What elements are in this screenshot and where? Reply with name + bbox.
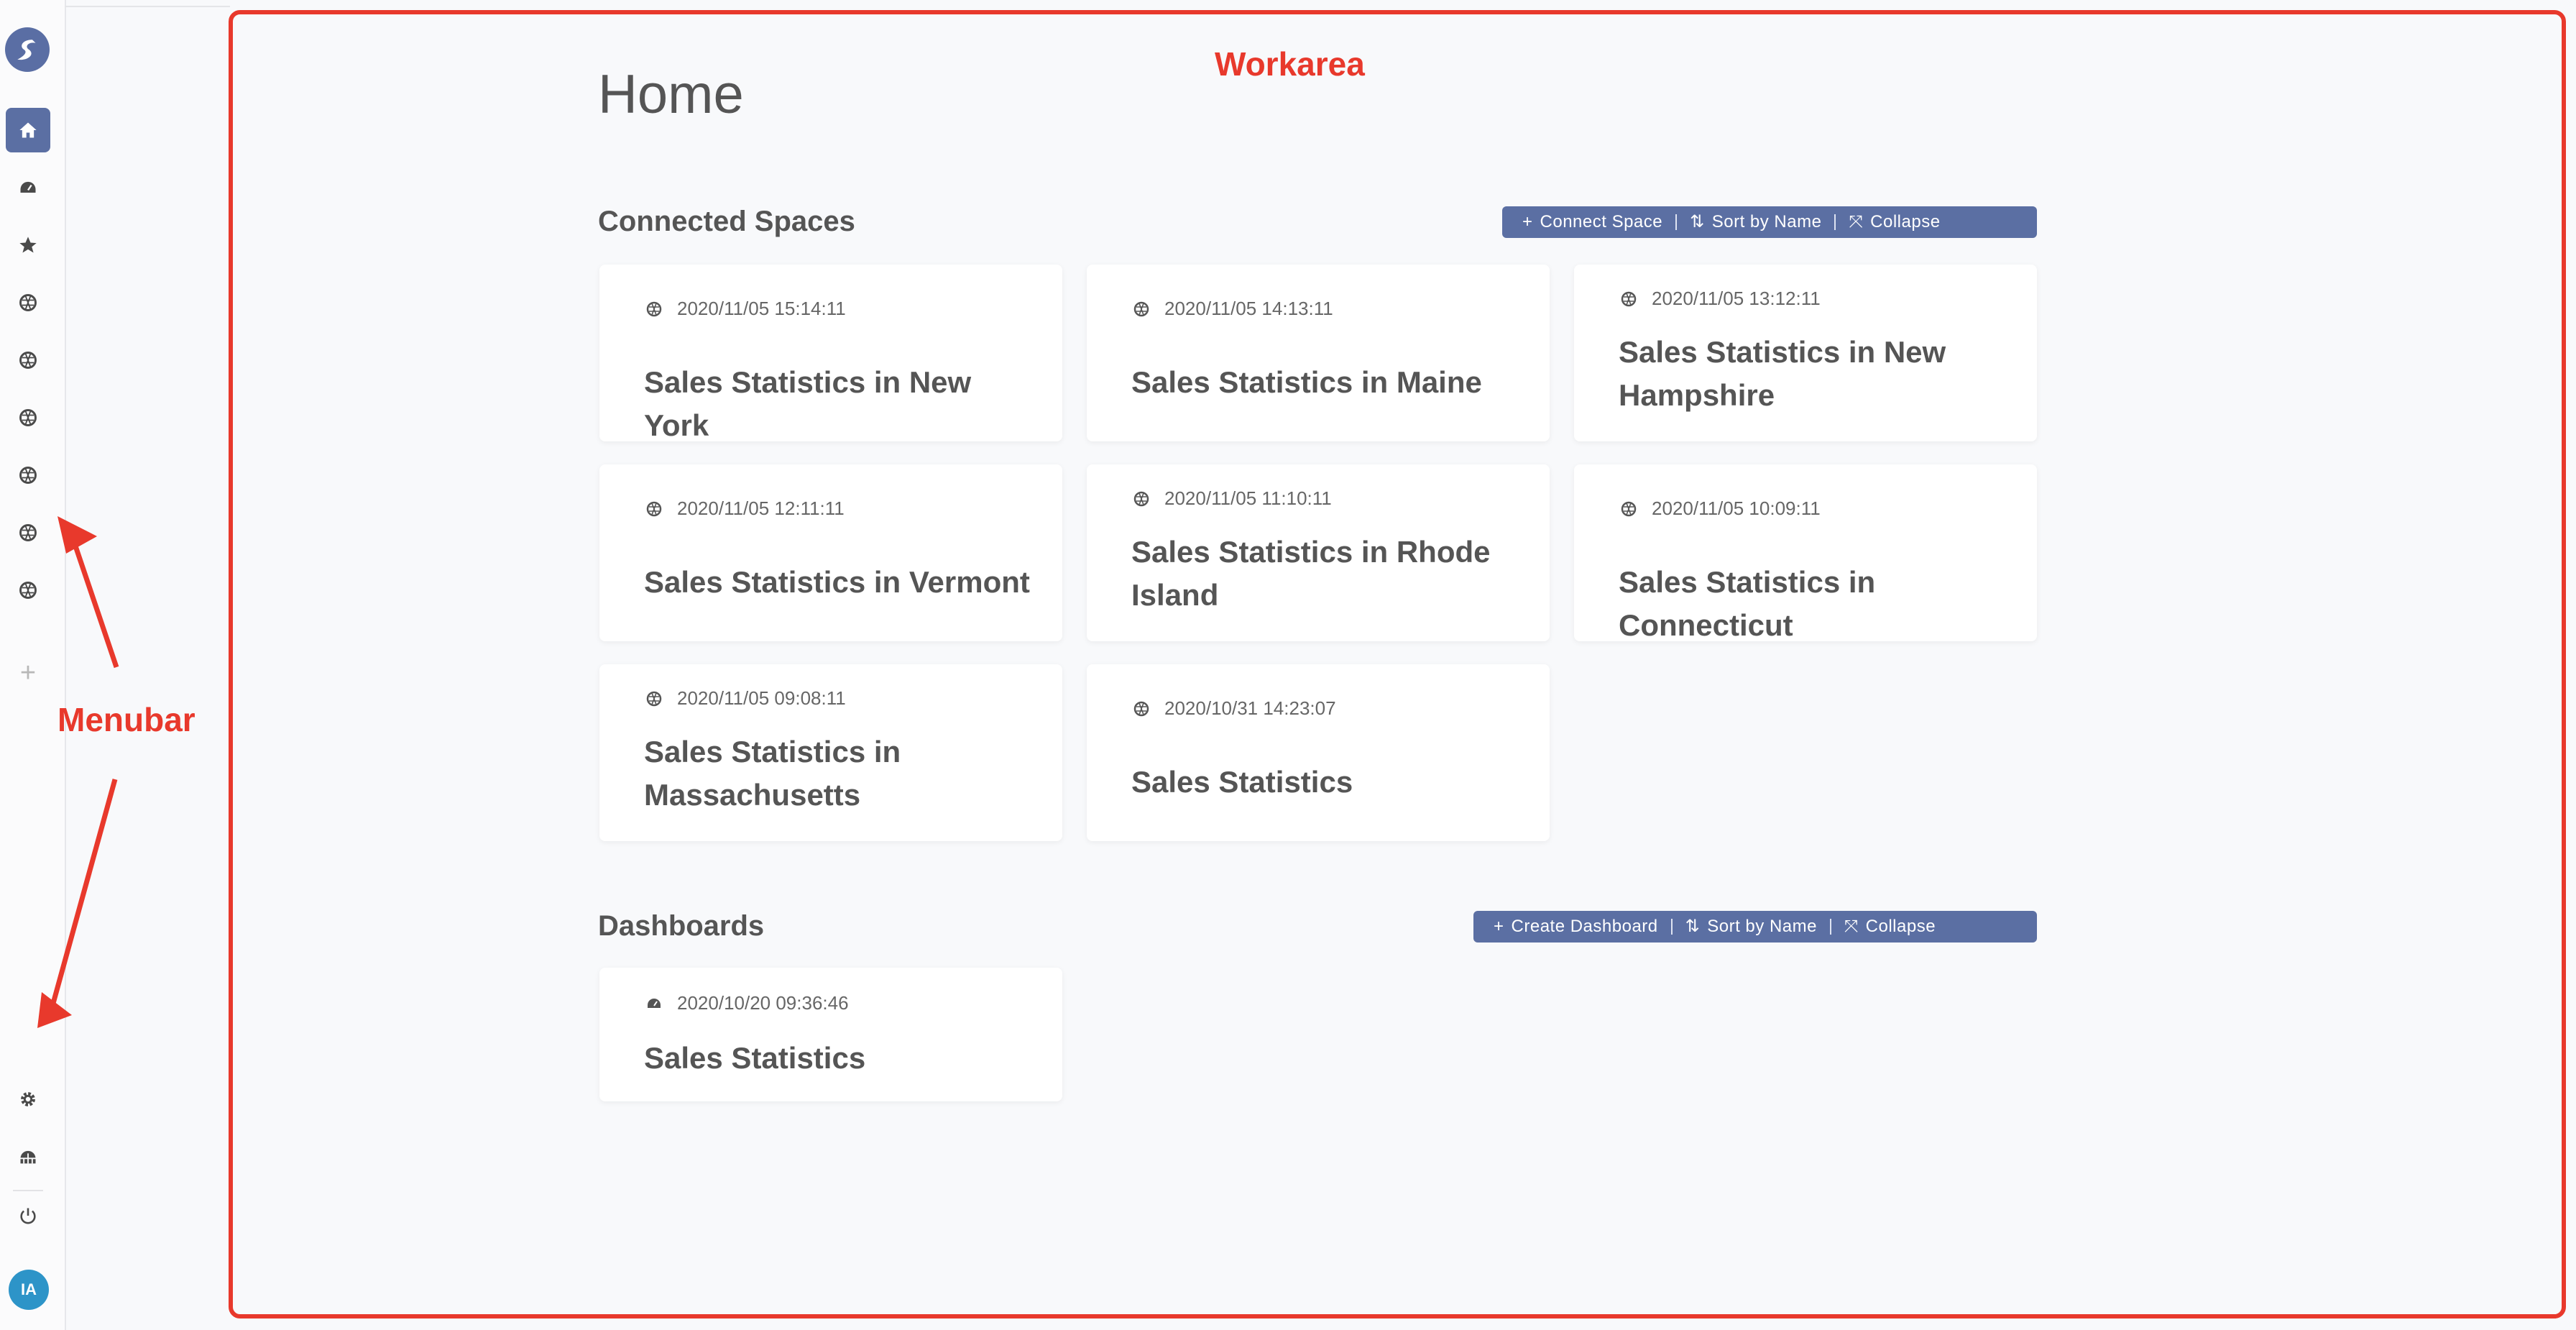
card-title: Sales Statistics in New Hampshire — [1619, 335, 1946, 412]
menubar-divider — [13, 1190, 43, 1191]
collapse-icon: ⤧ — [1844, 917, 1859, 936]
space-icon — [1621, 291, 1637, 306]
card-meta: 2020/11/05 12:11:11 — [645, 497, 845, 520]
card-title: Sales Statistics in Maine — [1131, 365, 1482, 399]
card-meta: 2020/11/05 09:08:11 — [645, 687, 846, 710]
card-title: Sales Statistics — [644, 1041, 866, 1075]
sort-icon: ⇅ — [1690, 212, 1705, 231]
card-meta: 2020/11/05 10:09:11 — [1620, 497, 1821, 520]
card-date: 2020/11/05 14:13:11 — [1164, 298, 1333, 319]
user-avatar[interactable]: IA — [9, 1270, 49, 1310]
sort-by-name-button[interactable]: ⇅ Sort by Name — [1673, 917, 1830, 937]
space-icon — [646, 691, 662, 706]
gear-icon — [21, 1092, 35, 1106]
space-card[interactable]: 2020/11/05 13:12:11 Sales Statistics in … — [1574, 265, 2037, 441]
card-title: Sales Statistics — [1131, 765, 1353, 799]
create-dashboard-label: Create Dashboard — [1511, 917, 1658, 936]
menubar-annotation-arrows — [37, 516, 119, 1028]
card-meta: 2020/10/31 14:23:07 — [1133, 697, 1336, 720]
sort-by-name-label: Sort by Name — [1707, 917, 1817, 936]
menubar-settings-button[interactable] — [6, 1077, 50, 1122]
connected-spaces-heading: Connected Spaces — [598, 206, 855, 237]
connect-space-label: Connect Space — [1540, 212, 1663, 231]
card-date: 2020/11/05 11:10:11 — [1164, 487, 1332, 509]
card-meta: 2020/11/05 13:12:11 — [1620, 288, 1821, 310]
collapse-icon: ⤧ — [1849, 212, 1864, 231]
collapse-label: Collapse — [1865, 917, 1936, 936]
network-icon — [20, 1150, 36, 1164]
card-date: 2020/11/05 10:09:11 — [1652, 497, 1821, 519]
space-icon — [1133, 491, 1149, 506]
menubar-logout-button[interactable] — [6, 1193, 50, 1238]
space-icon — [646, 501, 662, 516]
power-icon — [20, 1208, 36, 1224]
collapse-button[interactable]: ⤧ Collapse — [1831, 917, 1949, 937]
collapse-label: Collapse — [1870, 212, 1941, 231]
sort-icon: ⇅ — [1685, 917, 1701, 936]
plus-icon: + — [1494, 917, 1504, 936]
space-card[interactable]: 2020/11/05 14:13:11 Sales Statistics in … — [1087, 265, 1550, 441]
create-dashboard-button[interactable]: + Create Dashboard — [1481, 917, 1671, 937]
space-icon — [646, 301, 662, 316]
space-icon — [1133, 301, 1149, 316]
space-card[interactable]: 2020/11/05 12:11:11 Sales Statistics in … — [599, 464, 1062, 641]
card-date: 2020/11/05 12:11:11 — [677, 497, 845, 519]
gauge-icon — [648, 998, 661, 1008]
space-card[interactable]: 2020/11/05 11:10:11 Sales Statistics in … — [1087, 464, 1550, 641]
card-title: Sales Statistics in Rhode Island — [1131, 535, 1491, 612]
card-meta: 2020/11/05 14:13:11 — [1133, 298, 1333, 320]
space-card[interactable]: 2020/11/05 09:08:11 Sales Statistics in … — [599, 664, 1062, 841]
card-date: 2020/11/05 15:14:11 — [677, 298, 846, 319]
card-title: Sales Statistics in Vermont — [644, 565, 1030, 599]
sort-by-name-label: Sort by Name — [1711, 212, 1822, 231]
card-title: Sales Statistics in Massachusetts — [644, 735, 901, 812]
dashboards-heading: Dashboards — [598, 910, 765, 942]
space-card[interactable]: 2020/11/05 10:09:11 Sales Statistics in … — [1574, 464, 2037, 642]
card-date: 2020/11/05 13:12:11 — [1652, 288, 1821, 309]
sort-by-name-button[interactable]: ⇅ Sort by Name — [1677, 212, 1834, 232]
card-meta: 2020/10/20 09:36:46 — [645, 992, 849, 1014]
card-date: 2020/10/31 14:23:07 — [1164, 697, 1336, 719]
card-date: 2020/10/20 09:36:46 — [677, 992, 849, 1014]
space-card[interactable]: 2020/10/31 14:23:07 Sales Statistics — [1087, 664, 1550, 841]
plus-icon: + — [1522, 212, 1533, 231]
card-meta: 2020/11/05 15:14:11 — [645, 298, 846, 320]
card-title: Sales Statistics in New York — [644, 365, 972, 442]
space-card[interactable]: 2020/11/05 15:14:11 Sales Statistics in … — [599, 265, 1062, 442]
collapse-button[interactable]: ⤧ Collapse — [1836, 212, 1953, 232]
space-icon — [1133, 701, 1149, 716]
dashboards-toolbar: + Create Dashboard ⇅ Sort by Name ⤧ Coll… — [1473, 911, 2037, 943]
card-title: Sales Statistics in Connecticut — [1619, 565, 1876, 642]
connect-space-button[interactable]: + Connect Space — [1509, 212, 1675, 232]
card-date: 2020/11/05 09:08:11 — [677, 687, 846, 709]
connected-spaces-toolbar: + Connect Space ⇅ Sort by Name ⤧ Collaps… — [1502, 206, 2037, 238]
workarea-annotation-label: Workarea — [1215, 45, 1365, 83]
card-meta: 2020/11/05 11:10:11 — [1133, 487, 1332, 510]
page-title: Home — [598, 64, 744, 125]
dashboard-card[interactable]: 2020/10/20 09:36:46 Sales Statistics — [599, 968, 1062, 1101]
space-icon — [1621, 501, 1637, 516]
menubar-connections-button[interactable] — [6, 1134, 50, 1179]
